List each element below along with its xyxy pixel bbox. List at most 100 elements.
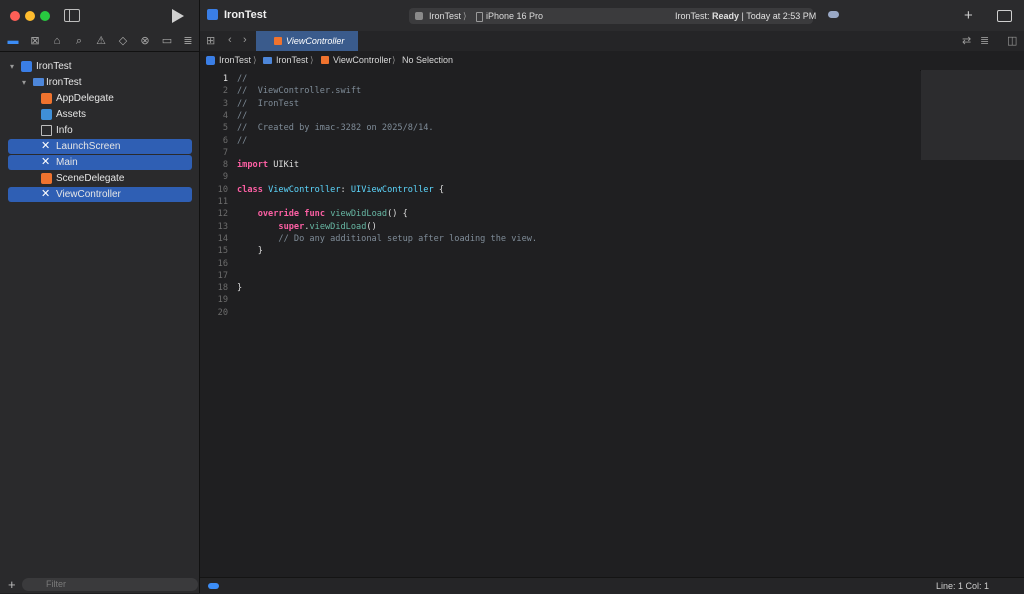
breadcrumb-separator: ⟩ <box>253 55 257 65</box>
code-line: 10 class ViewController: UIViewController… <box>200 184 920 196</box>
filter-placeholder: Filter <box>46 579 66 589</box>
device-label[interactable]: iPhone 16 Pro <box>486 8 543 24</box>
line-number: 3 <box>222 98 228 109</box>
editor-options-icon[interactable]: ≣ <box>980 34 989 47</box>
project-icon <box>21 61 32 72</box>
code-text[interactable]: super.viewDidLoad() <box>237 221 376 233</box>
code-text[interactable]: // IronTest <box>237 98 299 110</box>
code-line: 5 // Created by imac-3282 on 2025/8/14. <box>200 122 920 134</box>
close-window-button[interactable] <box>10 11 20 21</box>
minimap[interactable] <box>921 70 1024 160</box>
sidebar-toggle-icon[interactable] <box>64 9 80 22</box>
tree-file-info[interactable]: Info <box>8 123 192 138</box>
minimize-window-button[interactable] <box>25 11 35 21</box>
line-number: 6 <box>222 135 228 146</box>
debug-area-toggle-icon[interactable] <box>208 583 219 589</box>
refresh-icon[interactable]: ⇄ <box>962 34 971 47</box>
asset-catalog-icon <box>41 109 52 120</box>
breadcrumb-symbol[interactable]: No Selection <box>402 51 453 70</box>
breadcrumb-group[interactable]: IronTest <box>276 51 308 70</box>
chevron-down-icon[interactable]: ▾ <box>10 59 14 74</box>
project-icon <box>207 9 218 20</box>
line-number: 7 <box>222 147 228 158</box>
line-number: 19 <box>217 295 228 306</box>
tree-file-main[interactable]: ✕ Main <box>8 155 192 170</box>
editor-status-bar: Line: 1 Col: 1 <box>200 577 1024 594</box>
folder-icon[interactable]: ▬ <box>6 34 20 48</box>
test-icon[interactable]: ◇ <box>116 34 130 48</box>
code-text[interactable]: class ViewController: UIViewController { <box>237 184 444 196</box>
tree-file-assets[interactable]: Assets <box>8 107 192 122</box>
storyboard-icon: ✕ <box>41 156 51 168</box>
line-number: 1 <box>222 74 228 84</box>
line-number: 17 <box>217 270 228 281</box>
line-number: 13 <box>217 221 228 232</box>
tree-file-launchscreen[interactable]: ✕ LaunchScreen <box>8 139 192 154</box>
split-editor-icon[interactable]: ◫ <box>1007 34 1017 47</box>
line-number: 15 <box>217 246 228 257</box>
code-text[interactable]: // <box>237 110 247 122</box>
code-line: 7 <box>200 147 920 159</box>
report-icon[interactable]: ≣ <box>181 34 195 48</box>
tree-file-scenedelegate[interactable]: SceneDelegate <box>8 171 192 186</box>
tree-root[interactable]: ▾ IronTest <box>8 59 192 74</box>
file-label: AppDelegate <box>56 93 114 104</box>
status-time: | Today at 2:53 PM <box>739 11 817 21</box>
filter-input[interactable]: Filter <box>22 578 198 591</box>
app-icon <box>415 12 423 20</box>
code-line: 11 <box>200 196 920 208</box>
scheme-status-bar[interactable]: IronTest ⟩ iPhone 16 Pro IronTest: Ready… <box>409 8 817 24</box>
cloud-icon[interactable] <box>828 11 839 18</box>
storyboard-icon: ✕ <box>41 140 51 152</box>
tree-file-viewcontroller[interactable]: ✕ ViewController <box>8 187 192 202</box>
breadcrumb-project[interactable]: IronTest <box>219 51 251 70</box>
code-line: 16 <box>200 258 920 270</box>
scheme-label[interactable]: IronTest <box>429 8 461 24</box>
code-line: 4 // <box>200 110 920 122</box>
issue-icon[interactable]: ⚠ <box>94 34 108 48</box>
tree-file-appdelegate[interactable]: AppDelegate <box>8 91 192 106</box>
code-text[interactable]: import UIKit <box>237 159 299 171</box>
line-number: 18 <box>217 283 228 294</box>
find-icon[interactable]: ⌕ <box>72 34 86 48</box>
back-icon[interactable]: ‹ <box>228 34 232 46</box>
inspector-toggle-icon[interactable] <box>997 10 1012 22</box>
filter-bar: + Filter <box>0 577 199 593</box>
zoom-window-button[interactable] <box>40 11 50 21</box>
swift-file-icon <box>41 173 52 184</box>
code-text[interactable]: // <box>237 135 247 147</box>
status-prefix: IronTest: <box>675 11 713 21</box>
code-editor[interactable]: 1 // 2 // ViewController.swift 3 // IronTes… <box>200 70 920 577</box>
add-button[interactable]: + <box>964 7 973 24</box>
debug-icon[interactable]: ⊗ <box>138 34 152 48</box>
line-number: 16 <box>217 258 228 269</box>
code-text[interactable]: // Do any additional setup after loading… <box>237 233 537 245</box>
code-line: 1 // <box>200 73 920 85</box>
tree-group[interactable]: ▾ IronTest <box>8 75 192 90</box>
bookmark-icon[interactable]: ⌂ <box>50 34 64 48</box>
source-control-icon[interactable]: ⊠ <box>28 34 42 48</box>
code-line: 19 <box>200 294 920 306</box>
code-text[interactable]: // <box>237 73 247 85</box>
project-icon <box>206 56 215 65</box>
code-text[interactable]: } <box>237 245 263 257</box>
forward-icon[interactable]: › <box>243 34 247 46</box>
breadcrumb-file[interactable]: ViewController <box>333 51 391 70</box>
plist-icon <box>41 125 52 136</box>
breakpoint-icon[interactable]: ▭ <box>160 34 174 48</box>
run-button[interactable] <box>172 9 184 23</box>
code-text[interactable]: // Created by imac-3282 on 2025/8/14. <box>237 122 434 134</box>
line-number: 10 <box>217 184 228 195</box>
line-number: 2 <box>222 86 228 97</box>
line-number: 9 <box>222 172 228 183</box>
tab-viewcontroller[interactable]: ViewController <box>256 31 358 51</box>
file-label: Main <box>56 157 78 168</box>
folder-icon <box>263 57 272 64</box>
grid-icon[interactable]: ⊞ <box>206 34 215 47</box>
code-text[interactable]: } <box>237 282 242 294</box>
code-text[interactable]: // ViewController.swift <box>237 85 361 97</box>
code-line: 9 <box>200 171 920 183</box>
chevron-down-icon[interactable]: ▾ <box>22 75 26 90</box>
code-text[interactable]: override func viewDidLoad() { <box>237 208 408 220</box>
add-file-button[interactable]: + <box>8 577 16 593</box>
